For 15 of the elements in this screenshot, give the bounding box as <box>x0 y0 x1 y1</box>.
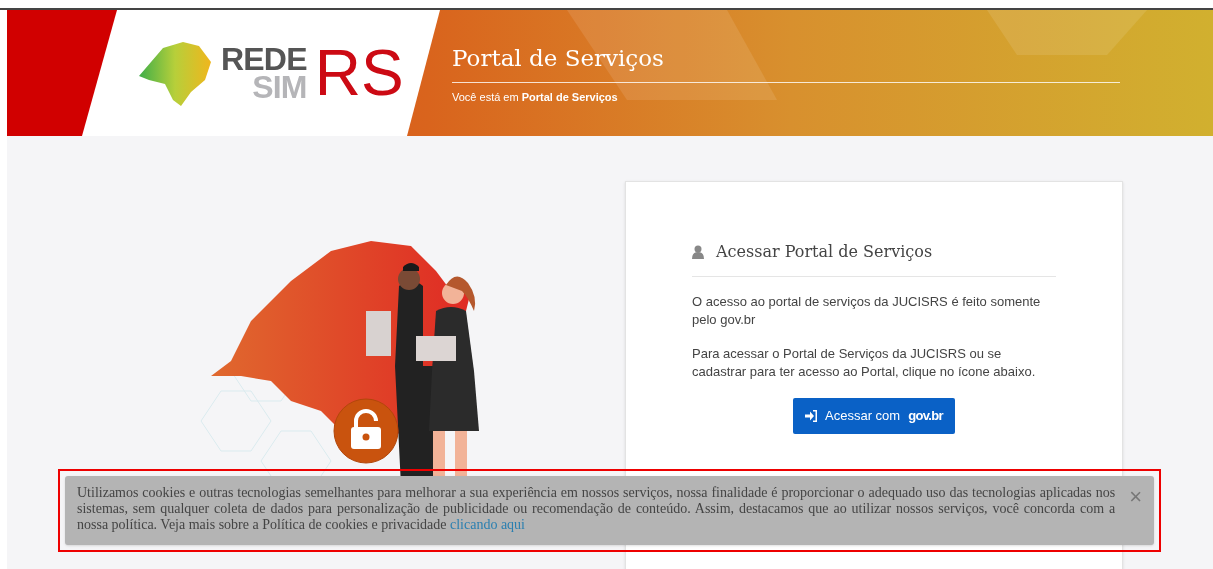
card-paragraph: Para acessar o Portal de Serviços da JUCISRS ou se cadastrar para ter acesso ao Portal, clique no ícone abaixo. <box>692 345 1037 381</box>
close-button[interactable]: × <box>1129 486 1142 508</box>
govbr-login-button[interactable]: Acessar com gov.br <box>793 398 955 434</box>
card-paragraph: O acesso ao portal de serviços da JUCISRS é feito somente pelo gov.br <box>692 293 1042 329</box>
page-title: Portal de Serviços <box>452 41 1120 83</box>
user-icon <box>692 245 704 259</box>
sign-in-icon <box>805 410 817 422</box>
logo-text: REDE <box>221 45 307 73</box>
logo-text: SIM <box>252 73 307 101</box>
card-title: Acessar Portal de Serviços <box>716 241 933 263</box>
logo-mark: RS <box>314 41 404 105</box>
padlock-icon <box>351 409 381 449</box>
cookie-notice: Utilizamos cookies e outras tecnologias semelhantes para melhorar a sua experiência em nossos serviços, nossa finalidade é proporcionar o adequado uso das tecnologias aplicadas nos sistemas, sem qualquer coleta de dados para personalização de publicidade ou recomendação de conteúdo. Assim, destacamos que ao utilizar nossos serviços, você concorda com a nossa política. Veja mais sobre a Política de cookies e privacidade clicando aqui <box>77 485 1116 533</box>
breadcrumb: Você está em Portal de Serviços <box>452 89 619 105</box>
cookies-link[interactable]: clicando aqui <box>449 517 525 532</box>
